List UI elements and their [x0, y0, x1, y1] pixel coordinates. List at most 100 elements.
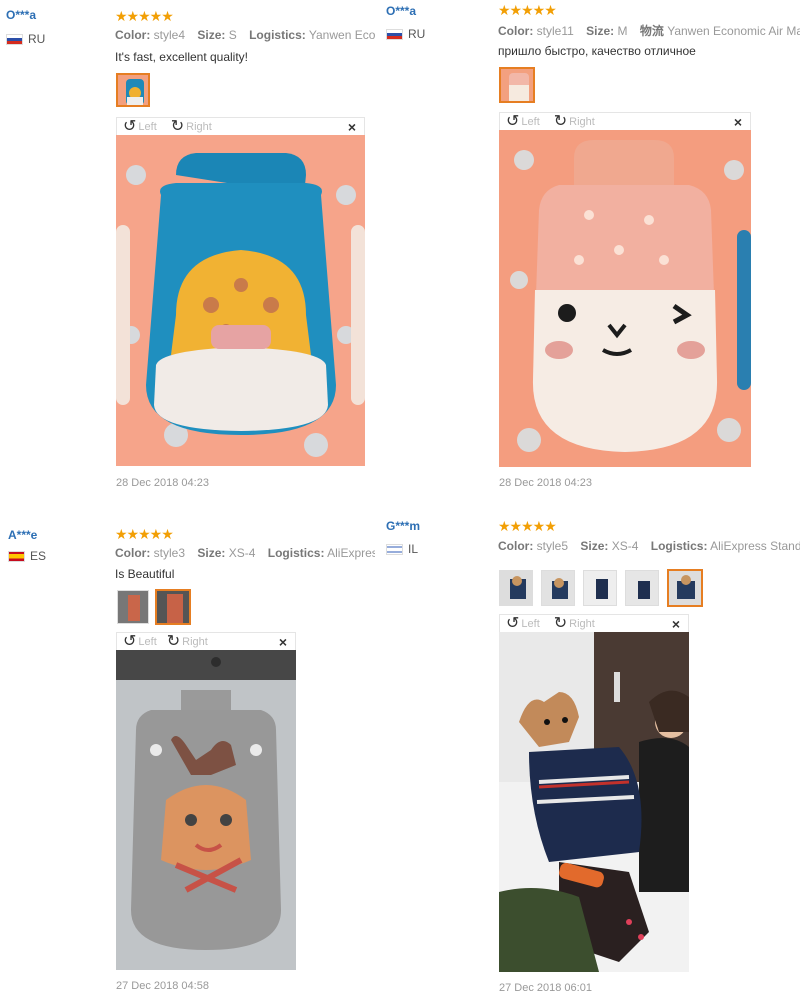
size-label: Size: — [197, 28, 226, 42]
country-code: RU — [408, 27, 426, 41]
russia-flag-icon — [386, 28, 403, 40]
review-photo-thumbnail[interactable] — [499, 570, 533, 606]
order-attributes: Color: style3 Size: XS-4 Logistics: AliE… — [115, 546, 375, 560]
reviewer-country: RU — [386, 27, 425, 41]
size-label: Size: — [197, 546, 226, 560]
review-comment: It's fast, excellent quality! — [115, 50, 249, 64]
color-label: Color: — [115, 546, 151, 560]
size-value: XS-4 — [611, 539, 639, 553]
size-value: M — [617, 24, 628, 38]
close-viewer-button[interactable]: × — [348, 119, 356, 135]
review-photo-thumbnail[interactable] — [499, 67, 535, 103]
color-value: style11 — [536, 24, 574, 38]
rotate-left-button[interactable]: ↺ Left — [506, 614, 540, 632]
rotate-left-button[interactable]: ↺ Left — [506, 112, 540, 130]
close-viewer-button[interactable]: × — [279, 634, 287, 650]
rotate-right-button[interactable]: ↻ Right — [553, 112, 595, 130]
rotate-left-label: Left — [138, 635, 157, 648]
rotate-left-button[interactable]: ↺ Left — [123, 632, 157, 650]
star-rating: ★★★★★ — [498, 2, 557, 18]
order-attributes: Color: style5 Size: XS-4 Logistics: AliE… — [498, 539, 800, 553]
color-label: Color: — [115, 28, 151, 42]
rotate-right-button[interactable]: ↻ Right — [553, 614, 595, 632]
review-date: 27 Dec 2018 04:58 — [116, 980, 209, 992]
review-date: 28 Dec 2018 04:23 — [116, 477, 209, 489]
rotate-right-icon: ↻ — [553, 614, 568, 632]
image-viewer-toolbar: ↺ Left ↻ Right × — [499, 112, 751, 130]
reviewer-name[interactable]: O***a — [6, 8, 36, 22]
rotate-left-icon: ↺ — [506, 614, 520, 632]
size-value: S — [228, 28, 237, 42]
reviewer-name[interactable]: A***e — [8, 528, 37, 542]
rotate-left-label: Left — [138, 120, 157, 133]
reviewer-name[interactable]: O***a — [386, 4, 416, 18]
logistics-label: Logistics: — [267, 546, 325, 560]
order-attributes: Color: style11 Size: M 物流 Yanwen Economi… — [498, 22, 800, 39]
rotate-right-button[interactable]: ↻ Right — [170, 117, 212, 135]
close-viewer-button[interactable]: × — [734, 114, 742, 130]
reviewer-country: RU — [6, 32, 45, 46]
review-photo-large — [116, 650, 296, 970]
reviewer-country: IL — [386, 542, 418, 556]
order-attributes: Color: style4 Size: S Logistics: Yanwen … — [115, 28, 375, 42]
review-photo-thumbnail[interactable] — [541, 570, 575, 606]
rotate-left-label: Left — [521, 617, 540, 630]
rotate-left-icon: ↺ — [506, 112, 520, 130]
rotate-right-icon: ↻ — [166, 632, 181, 650]
review-date: 27 Dec 2018 06:01 — [499, 982, 592, 994]
color-value: style3 — [153, 546, 186, 560]
image-viewer-toolbar: ↺ Left ↻ Right × — [116, 632, 296, 650]
logistics-value: AliExpress Saver Shipping — [327, 546, 375, 560]
country-code: IL — [408, 542, 419, 556]
logistics-label: Logistics: — [249, 28, 306, 42]
israel-flag-icon — [386, 543, 403, 555]
russia-flag-icon — [6, 33, 23, 45]
review-photo-large — [499, 130, 751, 467]
star-rating: ★★★★★ — [115, 8, 174, 24]
logistics-label: 物流 — [639, 24, 664, 38]
rotate-left-button[interactable]: ↺ Left — [123, 117, 157, 135]
spain-flag-icon — [8, 550, 25, 562]
color-value: style4 — [153, 28, 186, 42]
review-photo-thumbnail-active[interactable] — [155, 589, 191, 625]
country-code: RU — [28, 32, 46, 46]
rotate-right-icon: ↻ — [170, 117, 185, 135]
size-value: XS-4 — [228, 546, 256, 560]
rotate-right-label: Right — [182, 635, 208, 648]
size-label: Size: — [586, 24, 615, 38]
review-photo-large — [116, 135, 365, 466]
country-code: ES — [30, 549, 47, 563]
rotate-left-label: Left — [521, 115, 540, 128]
color-label: Color: — [498, 539, 534, 553]
review-photo-large — [499, 632, 689, 972]
logistics-value: Yanwen Economic Air Mail — [308, 28, 375, 42]
close-viewer-button[interactable]: × — [672, 616, 680, 632]
logistics-label: Logistics: — [650, 539, 708, 553]
review-photo-thumbnail[interactable] — [583, 570, 617, 606]
image-viewer-toolbar: ↺ Left ↻ Right × — [116, 117, 365, 135]
star-rating: ★★★★★ — [498, 518, 557, 534]
rotate-left-icon: ↺ — [123, 117, 137, 135]
review-photo-thumbnail[interactable] — [117, 590, 149, 624]
reviewer-name[interactable]: G***m — [386, 519, 420, 533]
color-label: Color: — [498, 24, 534, 38]
color-value: style5 — [536, 539, 569, 553]
review-date: 28 Dec 2018 04:23 — [499, 477, 592, 489]
review-photo-thumbnail[interactable] — [116, 73, 150, 107]
reviewer-country: ES — [8, 549, 46, 563]
star-rating: ★★★★★ — [115, 526, 174, 542]
image-viewer-toolbar: ↺ Left ↻ Right × — [499, 614, 689, 632]
rotate-right-label: Right — [569, 115, 595, 128]
rotate-left-icon: ↺ — [123, 632, 137, 650]
review-comment: пришло быстро, качество отличное — [498, 44, 696, 58]
size-label: Size: — [580, 539, 609, 553]
rotate-right-icon: ↻ — [553, 112, 568, 130]
rotate-right-label: Right — [569, 617, 595, 630]
logistics-value: Yanwen Economic Air Mail — [667, 24, 800, 38]
rotate-right-button[interactable]: ↻ Right — [166, 632, 208, 650]
rotate-right-label: Right — [186, 120, 212, 133]
review-photo-thumbnail[interactable] — [625, 570, 659, 606]
review-comment: Is Beautiful — [115, 567, 175, 581]
logistics-value: AliExpress Standard Shipping — [710, 539, 800, 553]
review-photo-thumbnail-active[interactable] — [667, 569, 703, 607]
